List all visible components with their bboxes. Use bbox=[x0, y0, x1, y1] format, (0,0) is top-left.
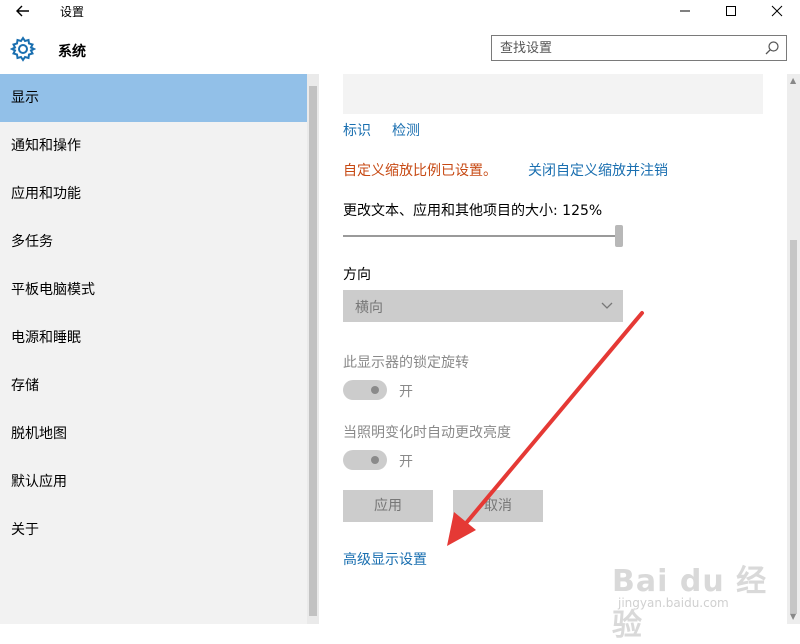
orientation-dropdown[interactable]: 横向 bbox=[343, 290, 623, 322]
main-scrollbar[interactable]: ▲ ▼ bbox=[787, 74, 800, 624]
close-button[interactable] bbox=[754, 0, 800, 22]
search-box[interactable] bbox=[491, 35, 787, 61]
sidebar-item-notifications[interactable]: 通知和操作 bbox=[0, 122, 307, 170]
toggle-knob bbox=[371, 456, 379, 464]
sidebar-item-tablet-mode[interactable]: 平板电脑模式 bbox=[0, 266, 307, 314]
rotation-lock-label: 此显示器的锁定旋转 bbox=[343, 355, 469, 371]
toggle-knob bbox=[371, 386, 379, 394]
rotation-lock-toggle[interactable] bbox=[343, 380, 387, 400]
gear-icon bbox=[10, 36, 36, 62]
page-title: 系统 bbox=[58, 44, 86, 60]
display-settings-panel: 标识 检测 自定义缩放比例已设置。 关闭自定义缩放并注销 更改文本、应用和其他项… bbox=[319, 74, 787, 624]
sidebar-item-power-sleep[interactable]: 电源和睡眠 bbox=[0, 314, 307, 362]
disable-custom-scale-link[interactable]: 关闭自定义缩放并注销 bbox=[528, 160, 668, 180]
auto-brightness-toggle[interactable] bbox=[343, 450, 387, 470]
sidebar-item-offline-maps[interactable]: 脱机地图 bbox=[0, 410, 307, 458]
back-button[interactable] bbox=[8, 0, 38, 22]
monitor-preview[interactable] bbox=[343, 74, 763, 114]
scroll-down-icon[interactable]: ▼ bbox=[790, 612, 796, 621]
rotation-lock-state: 开 bbox=[399, 384, 413, 400]
size-slider-thumb[interactable] bbox=[615, 225, 623, 247]
auto-brightness-state: 开 bbox=[399, 454, 413, 470]
sidebar-item-display[interactable]: 显示 bbox=[0, 74, 307, 122]
sidebar-item-storage[interactable]: 存储 bbox=[0, 362, 307, 410]
sidebar-item-about[interactable]: 关于 bbox=[0, 506, 307, 554]
maximize-icon bbox=[726, 6, 736, 16]
chevron-down-icon bbox=[601, 302, 613, 309]
size-label: 更改文本、应用和其他项目的大小: 125% bbox=[343, 203, 603, 219]
sidebar-scrollbar[interactable] bbox=[307, 74, 319, 624]
apply-button[interactable]: 应用 bbox=[343, 490, 433, 522]
minimize-button[interactable] bbox=[662, 0, 708, 22]
orientation-label: 方向 bbox=[343, 267, 371, 283]
sidebar: 显示 通知和操作 应用和功能 多任务 平板电脑模式 电源和睡眠 存储 脱机地图 … bbox=[0, 74, 307, 624]
window-title: 设置 bbox=[60, 5, 85, 19]
search-input[interactable] bbox=[500, 38, 750, 58]
sidebar-item-multitasking[interactable]: 多任务 bbox=[0, 218, 307, 266]
main-scrollbar-thumb[interactable] bbox=[790, 240, 797, 614]
search-icon[interactable] bbox=[764, 40, 780, 56]
scroll-up-icon[interactable]: ▲ bbox=[790, 76, 796, 85]
sidebar-item-default-apps[interactable]: 默认应用 bbox=[0, 458, 307, 506]
auto-brightness-label: 当照明变化时自动更改亮度 bbox=[343, 425, 511, 441]
sidebar-item-apps[interactable]: 应用和功能 bbox=[0, 170, 307, 218]
custom-scale-notice: 自定义缩放比例已设置。 bbox=[343, 163, 497, 179]
title-bar: 设置 bbox=[0, 0, 800, 24]
orientation-value: 横向 bbox=[355, 300, 383, 316]
identify-link[interactable]: 标识 bbox=[343, 120, 371, 140]
minimize-icon bbox=[680, 10, 690, 12]
detect-link[interactable]: 检测 bbox=[392, 120, 420, 140]
advanced-display-settings-link[interactable]: 高级显示设置 bbox=[343, 549, 427, 569]
cancel-button[interactable]: 取消 bbox=[453, 490, 543, 522]
size-slider-track[interactable] bbox=[343, 235, 618, 237]
close-icon bbox=[771, 5, 783, 17]
maximize-button[interactable] bbox=[708, 0, 754, 22]
page-header: 系统 bbox=[0, 24, 800, 74]
sidebar-scrollbar-thumb[interactable] bbox=[309, 86, 317, 616]
back-arrow-icon bbox=[16, 5, 29, 17]
